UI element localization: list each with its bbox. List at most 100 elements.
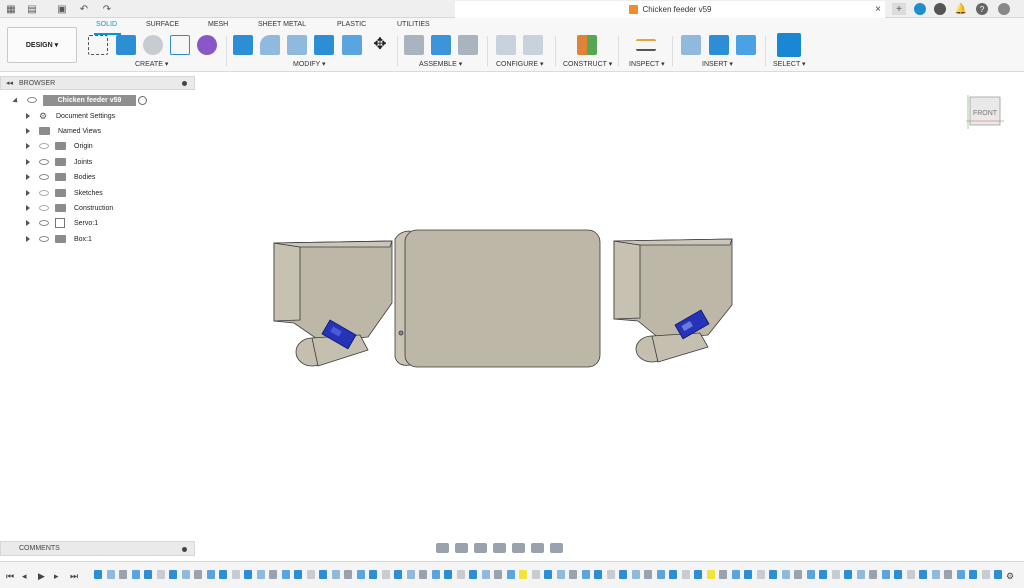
go-to-start-icon[interactable]: ⏮ [6,571,14,582]
timeline-feature[interactable] [431,570,440,579]
tree-item-joints[interactable]: Joints [0,156,195,169]
pattern-icon[interactable] [170,35,190,55]
timeline-feature[interactable] [106,570,115,579]
browser-options-icon[interactable] [182,81,187,86]
timeline-feature[interactable] [794,570,802,579]
timeline-feature[interactable] [394,570,402,579]
timeline-feature[interactable] [144,570,152,579]
model-viewport[interactable] [260,225,750,375]
timeline-feature[interactable] [644,570,652,579]
timeline-feature[interactable] [594,570,602,579]
timeline-feature[interactable] [656,570,665,579]
expand-icon[interactable] [26,220,30,226]
timeline-feature[interactable] [294,570,302,579]
timeline-feature[interactable] [894,570,902,579]
collapse-browser-icon[interactable]: ◂◂ [6,79,13,87]
extensions-icon[interactable] [914,3,926,15]
timeline-feature[interactable] [856,570,865,579]
notifications-bell-icon[interactable]: 🔔 [955,3,967,15]
root-component[interactable]: Chicken feeder v59 [43,95,136,106]
timeline-feature[interactable] [819,570,827,579]
tree-item-box[interactable]: Box:1 [0,233,195,246]
timeline-feature[interactable] [181,570,190,579]
comments-options-icon[interactable] [182,547,187,552]
center-box[interactable] [394,229,601,368]
step-forward-icon[interactable]: ▸ [54,571,59,582]
timeline-feature[interactable] [231,570,240,579]
configure-rules-icon[interactable] [523,35,543,55]
grid-settings-icon[interactable] [550,542,563,553]
timeline-feature[interactable] [619,570,627,579]
timeline-feature[interactable] [406,570,415,579]
timeline-feature[interactable] [344,570,352,579]
timeline-feature[interactable] [469,570,477,579]
timeline-feature[interactable] [381,570,390,579]
visibility-eye-icon[interactable] [39,159,49,165]
timeline-feature[interactable] [994,570,1002,579]
timeline-feature[interactable] [606,570,615,579]
tree-item-origin[interactable]: Origin [0,140,195,153]
activate-radio-icon[interactable] [138,96,147,105]
timeline-feature[interactable] [694,570,702,579]
configure-menu[interactable]: CONFIGURE ▾ [496,60,543,68]
timeline-feature[interactable] [831,570,840,579]
timeline-feature[interactable] [506,570,515,579]
play-icon[interactable]: ▶ [38,571,45,582]
measure-icon[interactable] [636,39,656,51]
timeline-feature[interactable] [756,570,765,579]
tree-item-sketches[interactable]: Sketches [0,187,195,200]
display-settings-icon[interactable] [531,542,544,553]
timeline-feature[interactable] [531,570,540,579]
timeline-feature[interactable] [806,570,815,579]
expand-icon[interactable] [26,128,30,134]
press-pull-icon[interactable] [233,35,253,55]
modify-menu[interactable]: MODIFY ▾ [293,60,326,68]
timeline-feature[interactable] [906,570,915,579]
undo-icon[interactable]: ↶ [78,3,90,15]
offset-plane-icon[interactable] [577,35,597,55]
timeline-feature[interactable] [519,570,527,579]
root-expand-icon[interactable] [12,97,20,105]
save-icon[interactable]: ▣ [56,3,68,15]
select-menu[interactable]: SELECT ▾ [773,60,806,68]
step-back-icon[interactable]: ◂ [22,571,27,582]
zoom-icon[interactable] [493,542,506,553]
visibility-eye-icon[interactable] [39,190,49,196]
combine-icon[interactable] [314,35,334,55]
expand-icon[interactable] [26,205,30,211]
insert-canvas-icon[interactable] [736,35,756,55]
timeline-feature[interactable] [769,570,777,579]
expand-icon[interactable] [26,159,30,165]
tab-plastic[interactable]: PLASTIC [337,21,366,28]
timeline-feature[interactable] [444,570,452,579]
tab-utilities[interactable]: UTILITIES [397,21,430,28]
file-icon[interactable]: ▤ [26,3,38,15]
help-icon[interactable]: ? [976,3,988,15]
timeline-feature[interactable] [219,570,227,579]
timeline-feature[interactable] [744,570,752,579]
timeline-feature[interactable] [306,570,315,579]
timeline-feature[interactable] [669,570,677,579]
timeline-feature[interactable] [731,570,740,579]
timeline-feature[interactable] [356,570,365,579]
tab-sheet-metal[interactable]: SHEET METAL [258,21,306,28]
timeline-settings-icon[interactable]: ⚙ [1006,571,1014,582]
visibility-eye-icon[interactable] [39,174,49,180]
online-status-icon[interactable] [934,3,946,15]
expand-icon[interactable] [26,113,30,119]
assemble-menu[interactable]: ASSEMBLE ▾ [419,60,462,68]
create-sketch-icon[interactable] [88,35,108,55]
timeline-feature[interactable] [456,570,465,579]
visibility-eye-icon[interactable] [39,205,49,211]
create-menu[interactable]: CREATE ▾ [135,60,168,68]
visibility-eye-icon[interactable] [39,143,49,149]
timeline-feature[interactable] [281,570,290,579]
timeline-feature[interactable] [569,570,577,579]
fillet-icon[interactable] [260,35,280,55]
chamfer-icon[interactable] [287,35,307,55]
go-to-end-icon[interactable]: ⏭ [70,571,78,582]
configure-table-icon[interactable] [496,35,516,55]
joint-icon[interactable] [404,35,424,55]
expand-icon[interactable] [26,174,30,180]
new-tab-button[interactable]: + [892,3,906,15]
